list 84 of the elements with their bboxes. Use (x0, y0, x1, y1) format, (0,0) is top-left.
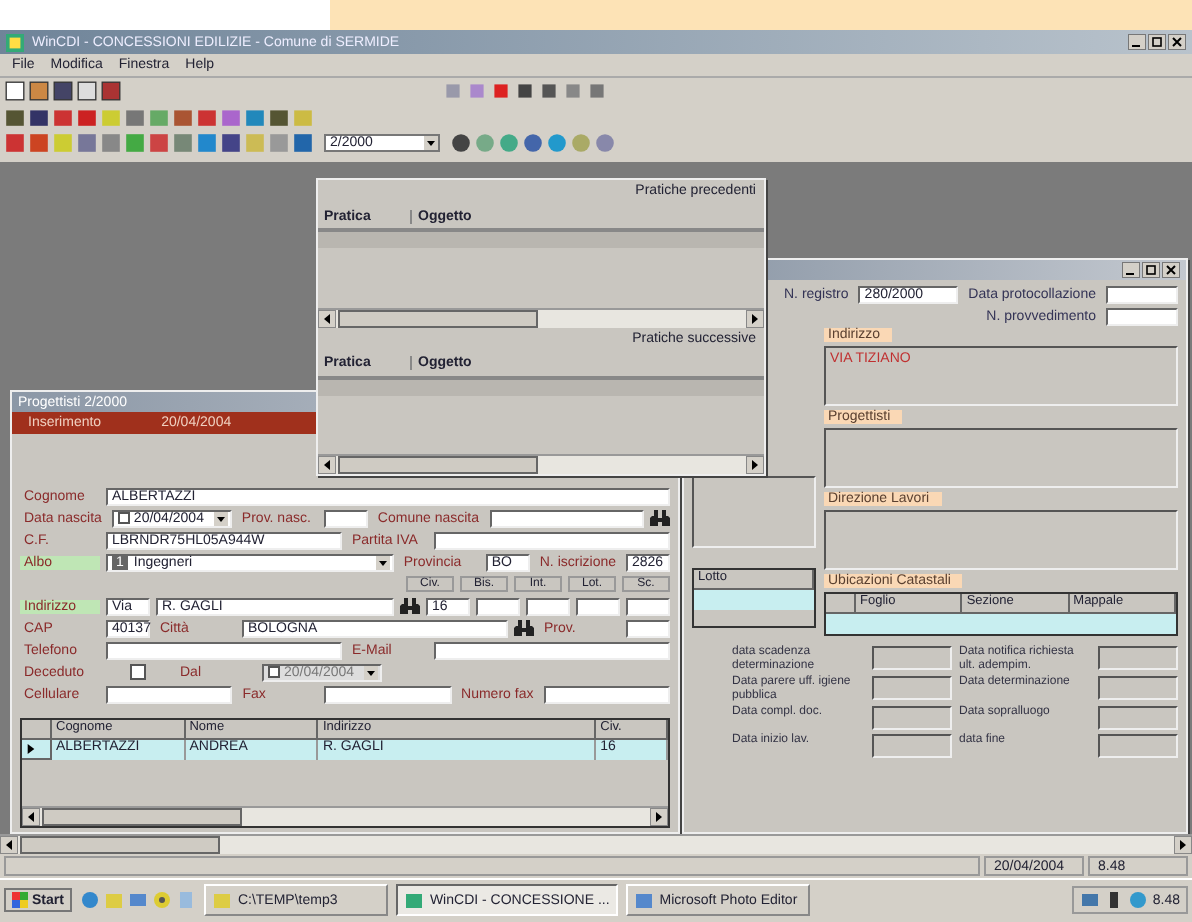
right-arrow-icon[interactable] (746, 456, 764, 474)
horizontal-scrollbar[interactable] (0, 834, 1192, 854)
media-icon[interactable] (151, 890, 172, 910)
input-field[interactable] (626, 619, 670, 637)
window-icon (403, 890, 424, 910)
right-arrow-icon[interactable] (746, 309, 764, 327)
checkbox[interactable] (130, 664, 146, 680)
input-field[interactable] (323, 509, 368, 527)
left-arrow-icon[interactable] (318, 309, 336, 327)
input-field[interactable] (434, 531, 670, 549)
input-field[interactable] (1098, 706, 1178, 730)
toolbar-icon[interactable] (220, 132, 242, 154)
close-button[interactable] (1162, 262, 1180, 278)
left-arrow-icon[interactable] (318, 456, 336, 474)
toolbar-icon[interactable] (172, 106, 194, 128)
network-icon (1080, 890, 1101, 910)
horizontal-scrollbar[interactable] (318, 307, 764, 327)
toolbar-icon[interactable] (514, 80, 536, 102)
minimize-button[interactable] (1122, 262, 1140, 278)
toolbar-icon[interactable] (4, 106, 26, 128)
scrollbar-thumb[interactable] (338, 309, 538, 327)
toolbar-icon[interactable] (4, 80, 26, 102)
minimize-button[interactable] (1128, 34, 1146, 50)
toolbar-icon[interactable] (268, 106, 290, 128)
close-button[interactable] (1168, 34, 1186, 50)
input-field[interactable] (1106, 307, 1178, 325)
input-field[interactable] (871, 734, 951, 758)
horizontal-scrollbar[interactable] (22, 806, 668, 826)
toolbar-icon[interactable] (76, 106, 98, 128)
input-field[interactable] (1098, 676, 1178, 700)
input-field[interactable] (871, 646, 951, 670)
checkbox[interactable] (117, 512, 130, 524)
toolbar-icon[interactable] (4, 132, 26, 154)
restore-button[interactable] (1148, 34, 1166, 50)
toolbar-icon[interactable] (52, 106, 74, 128)
input-field[interactable] (1098, 646, 1178, 670)
left-arrow-icon[interactable] (22, 808, 40, 826)
right-arrow-icon[interactable] (1174, 836, 1192, 854)
scrollbar-thumb[interactable] (42, 808, 242, 826)
window-icon (211, 890, 232, 910)
caret-icon[interactable] (213, 511, 228, 525)
input-field[interactable] (106, 685, 233, 703)
toolbar-icon[interactable] (522, 132, 544, 154)
left-arrow-icon[interactable] (0, 836, 18, 854)
input-field[interactable] (1106, 285, 1178, 303)
caret-icon[interactable] (424, 136, 438, 150)
flag-icon (12, 892, 28, 908)
toolbar-icon[interactable] (538, 80, 560, 102)
binoculars-icon[interactable] (514, 620, 534, 636)
text-area[interactable] (692, 476, 816, 548)
input-field[interactable] (106, 641, 342, 659)
globe-icon (1128, 890, 1149, 910)
toolbar-icon[interactable] (28, 80, 50, 102)
right-arrow-icon[interactable] (650, 808, 668, 826)
caret-icon[interactable] (375, 555, 390, 569)
toolbar-icon[interactable] (100, 80, 122, 102)
text-area[interactable] (824, 428, 1178, 488)
toolbar-icon[interactable] (52, 80, 74, 102)
scrollbar-thumb[interactable] (338, 456, 538, 474)
binoculars-icon[interactable] (400, 598, 420, 614)
window-icon (633, 890, 654, 910)
input-field[interactable] (626, 597, 670, 615)
input-field[interactable] (476, 597, 520, 615)
input-field[interactable] (871, 706, 951, 730)
row-pointer-icon (26, 744, 36, 754)
input-field[interactable] (526, 597, 570, 615)
input-field[interactable] (1098, 734, 1178, 758)
input-field[interactable] (871, 676, 951, 700)
input-field[interactable] (543, 685, 670, 703)
restore-button[interactable] (1142, 262, 1160, 278)
toolbar-icon[interactable] (28, 106, 50, 128)
toolbar-icon[interactable] (450, 132, 472, 154)
text-area[interactable] (824, 510, 1178, 570)
input-field[interactable] (434, 641, 670, 659)
toolbar-icon[interactable] (76, 80, 98, 102)
toolbar-icon[interactable] (196, 106, 218, 128)
horizontal-scrollbar[interactable] (318, 454, 764, 474)
input-field[interactable] (576, 597, 620, 615)
input-field[interactable] (489, 509, 644, 527)
app-icon (6, 33, 24, 51)
toolbar-icon[interactable] (292, 132, 314, 154)
input-field[interactable] (324, 685, 452, 703)
binoculars-icon[interactable] (650, 510, 670, 526)
scrollbar-thumb[interactable] (20, 836, 220, 854)
